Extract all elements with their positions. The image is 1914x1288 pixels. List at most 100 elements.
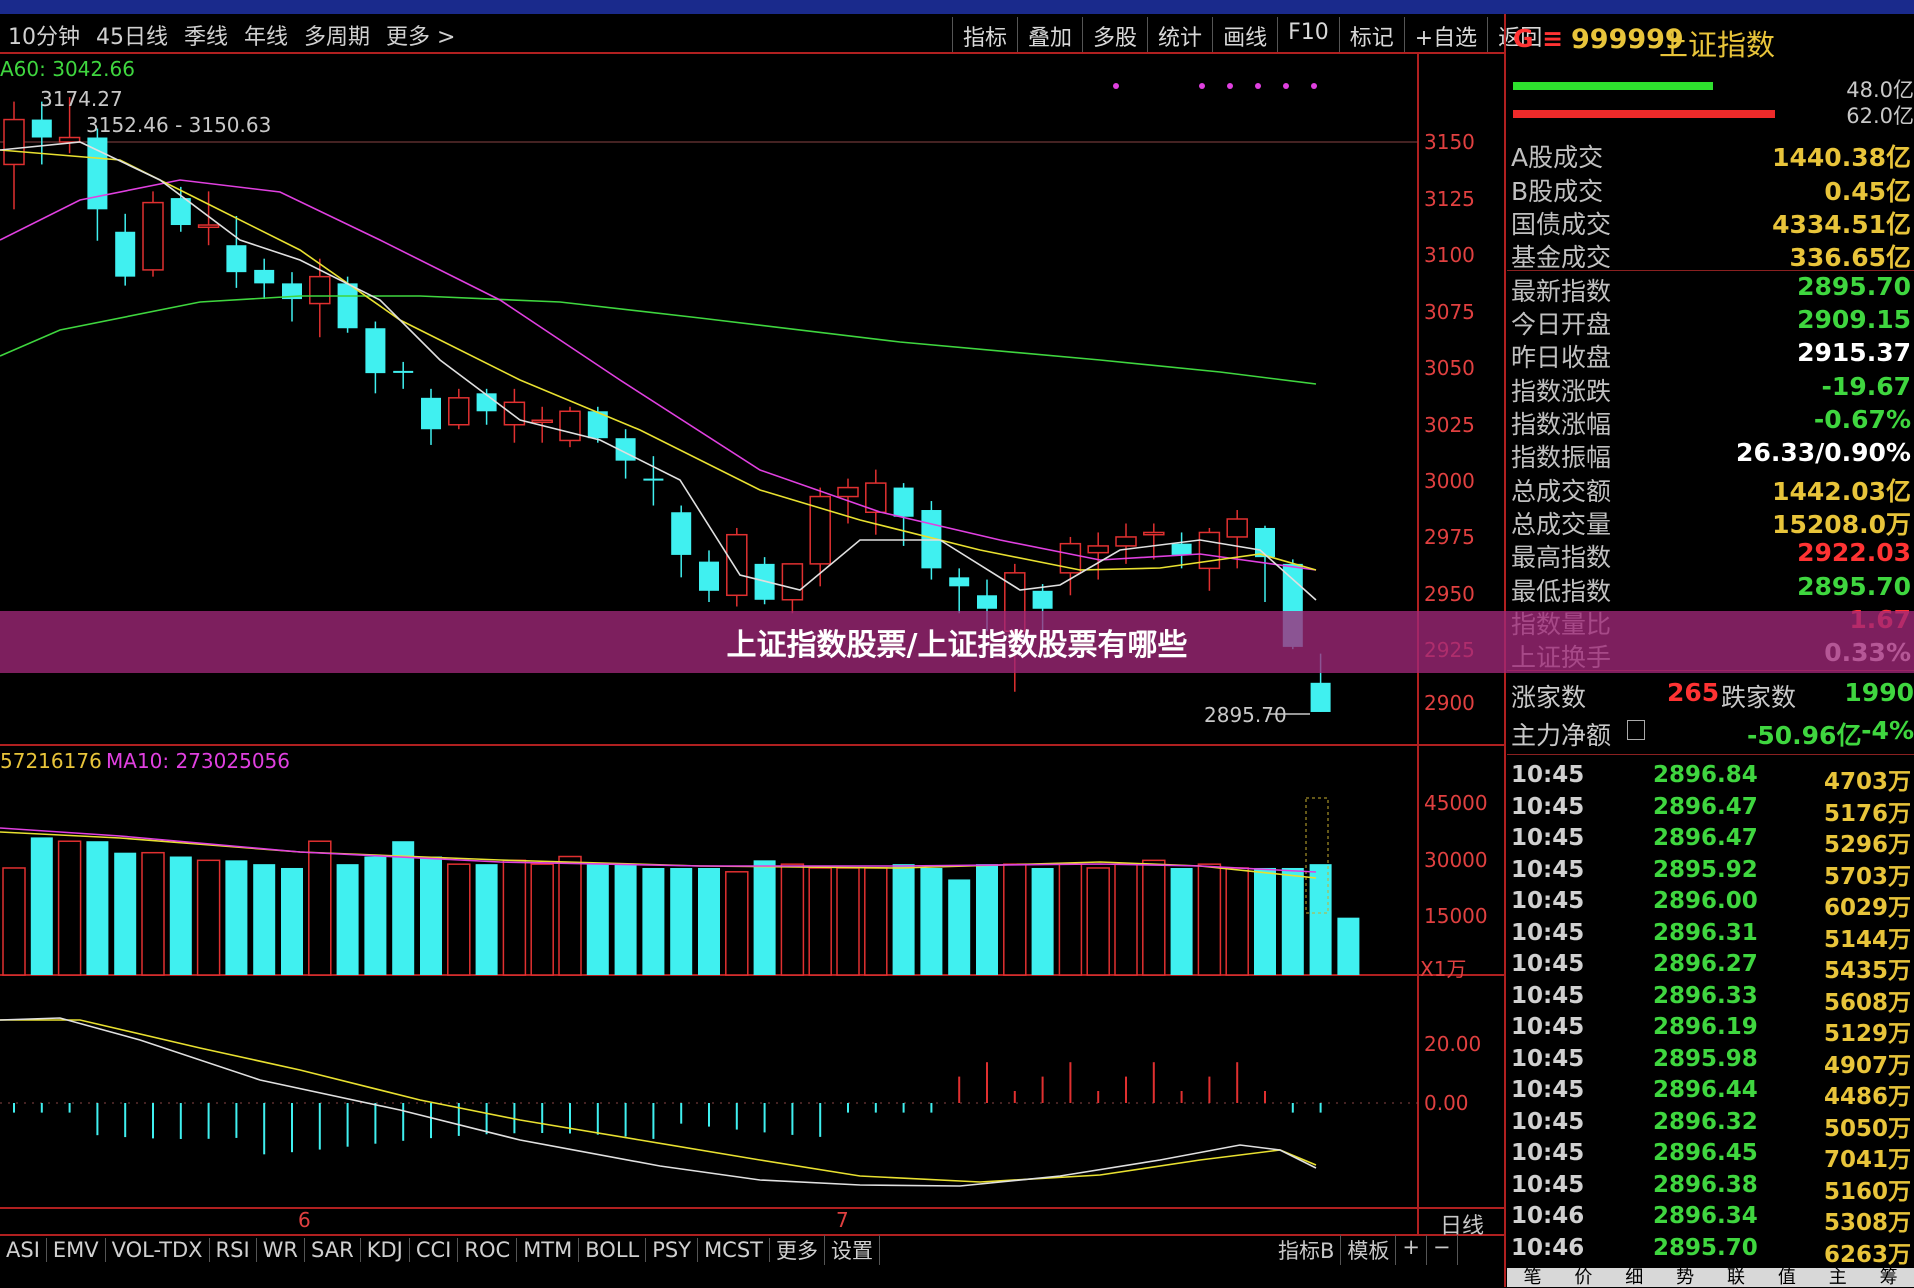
tick-row: 10:46 2895.70 6263万	[1511, 1234, 1911, 1268]
candle	[87, 128, 108, 241]
banner-text: 上证指数股票/上证指数股票有哪些	[726, 628, 1188, 663]
volume-bar	[586, 864, 609, 975]
quote-row-value: 2895.70	[1797, 272, 1911, 301]
overlay-banner: 上证指数股票/上证指数股票有哪些	[0, 611, 1914, 673]
tick-time: 10:45	[1511, 1108, 1585, 1135]
footer-tab-2[interactable]: 细	[1625, 1268, 1643, 1287]
tick-price: 2896.47	[1653, 825, 1758, 851]
candle	[809, 487, 831, 587]
quote-footer-tabs: 笔价细势联值主筹	[1507, 1268, 1914, 1287]
indicator-3[interactable]: RSI	[210, 1238, 257, 1262]
indicator-2[interactable]: VOL-TDX	[106, 1238, 210, 1262]
tick-row: 10:45 2896.44 4486万	[1511, 1077, 1911, 1110]
indicator-6[interactable]: KDJ	[361, 1238, 410, 1262]
indicator-14[interactable]: 设置	[825, 1235, 881, 1265]
quote-row: 昨日收盘 2915.37	[1511, 338, 1911, 372]
indicator-12[interactable]: MCST	[698, 1238, 771, 1262]
volume-bar	[558, 855, 582, 976]
quote-name: 上证指数	[1659, 28, 1776, 62]
quote-row: 国债成交 4334.51亿	[1511, 205, 1911, 239]
price-tick: 3000	[1424, 469, 1475, 493]
volume-bar	[308, 840, 332, 976]
tick-row: 10:45 2896.33 5608万	[1511, 982, 1911, 1016]
footer-tab-0[interactable]: 笔	[1523, 1268, 1541, 1287]
footer-tab-7[interactable]: 筹	[1880, 1268, 1898, 1287]
tick-price: 2895.70	[1653, 1234, 1758, 1261]
indicator-5[interactable]: SAR	[305, 1238, 361, 1262]
indicator-1[interactable]: EMV	[47, 1238, 106, 1262]
right-tool-1[interactable]: 模板	[1341, 1235, 1397, 1265]
quote-row-label: B股成交	[1511, 177, 1604, 206]
candle	[365, 321, 386, 394]
tick-row: 10:45 2896.27 5435万	[1511, 951, 1911, 984]
indicator-7[interactable]: CCI	[410, 1238, 459, 1262]
bar2-value: 62.0亿	[1846, 104, 1914, 128]
tick-row: 10:45 2896.84 4703万	[1511, 762, 1911, 795]
indicator-9[interactable]: MTM	[517, 1238, 580, 1262]
tick-price: 2896.32	[1653, 1108, 1758, 1135]
volume-bar	[1170, 867, 1193, 975]
quote-row-value: 2895.70	[1797, 572, 1911, 601]
tick-volume: 5308万	[1823, 1210, 1911, 1236]
quote-row-label: 最新指数	[1511, 277, 1612, 306]
indicator-0[interactable]: ASI	[0, 1238, 47, 1262]
quote-row-label: 指数涨幅	[1511, 410, 1612, 439]
tick-volume: 5129万	[1823, 1021, 1911, 1047]
volume-bar	[30, 837, 53, 975]
tick-price: 2895.92	[1653, 856, 1758, 883]
macd-tick: 20.00	[1424, 1032, 1482, 1056]
volume-bar	[753, 860, 776, 975]
right-tool-3[interactable]: −	[1427, 1235, 1458, 1265]
volume-bar	[2, 867, 26, 976]
indicator-11[interactable]: PSY	[646, 1238, 699, 1262]
quote-row-value: 2922.03	[1797, 538, 1911, 567]
candle	[1087, 532, 1109, 580]
indicator-bar: ASI EMV VOL-TDX RSI WR SAR KDJ CCI ROC MTM BOLL PSY…	[0, 1235, 1505, 1265]
tick-price: 2896.31	[1653, 919, 1758, 946]
signal-dot	[1199, 83, 1205, 89]
footer-tab-5[interactable]: 值	[1778, 1268, 1796, 1287]
quote-row-value: 26.33/0.90%	[1736, 438, 1911, 467]
tick-row: 10:45 2896.32 5050万	[1511, 1108, 1911, 1142]
candle	[3, 101, 25, 210]
tick-row: 10:45 2896.19 5129万	[1511, 1014, 1911, 1047]
tick-volume: 5296万	[1823, 832, 1911, 858]
candle	[226, 216, 247, 288]
tick-volume: 5176万	[1823, 800, 1911, 827]
tick-row: 10:45 2896.45 7041万	[1511, 1140, 1911, 1173]
quote-row-label: 总成交额	[1511, 477, 1612, 506]
volume-bar	[1254, 867, 1276, 975]
tick-volume: 4486万	[1823, 1084, 1911, 1110]
candle	[115, 213, 136, 286]
right-tool-0[interactable]: 指标B	[1272, 1235, 1342, 1265]
quote-row: 最高指数 2922.03	[1511, 538, 1911, 572]
indicator-13[interactable]: 更多	[770, 1235, 826, 1265]
indicator-8[interactable]: ROC	[458, 1238, 518, 1262]
volume-bar	[1031, 867, 1054, 975]
indicator-4[interactable]: WR	[257, 1238, 306, 1262]
tick-volume: 5608万	[1823, 989, 1911, 1016]
signal-dot	[1255, 83, 1261, 89]
volume-label: 57216176	[0, 749, 102, 773]
volume-bar	[420, 856, 442, 975]
volume-bar	[1281, 867, 1304, 975]
footer-tab-6[interactable]: 主	[1829, 1268, 1847, 1287]
indicator-10[interactable]: BOLL	[579, 1238, 647, 1262]
quote-row-value: 15208.0万	[1772, 510, 1911, 539]
tick-time: 10:45	[1511, 982, 1585, 1009]
footer-tab-4[interactable]: 联	[1727, 1268, 1745, 1287]
ma60-label: A60: 3042.66	[0, 57, 135, 81]
volume-bar	[530, 863, 554, 976]
tick-time: 10:46	[1511, 1234, 1585, 1261]
flow-icon[interactable]	[1627, 720, 1645, 740]
volume-bar	[920, 867, 943, 975]
quote-row: 总成交量 15208.0万	[1511, 505, 1911, 539]
footer-tab-1[interactable]: 价	[1574, 1268, 1592, 1287]
tick-time: 10:45	[1511, 825, 1585, 851]
tick-volume: 7041万	[1823, 1147, 1911, 1173]
candle	[337, 276, 358, 333]
tick-price: 2896.45	[1653, 1140, 1758, 1166]
right-tool-2[interactable]: +	[1396, 1235, 1428, 1265]
tick-time: 10:45	[1511, 793, 1585, 820]
footer-tab-3[interactable]: 势	[1676, 1268, 1694, 1287]
